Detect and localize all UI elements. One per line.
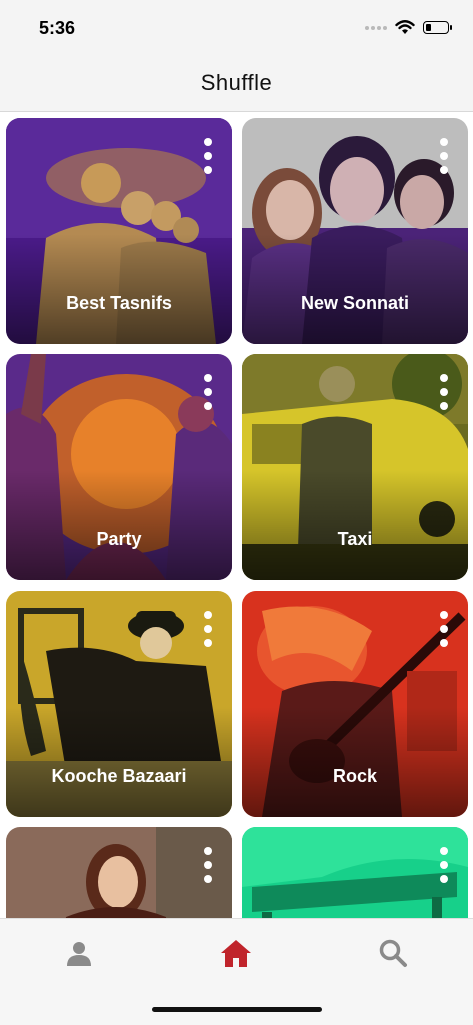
playlist-card-best-tasnifs[interactable]: Best Tasnifs — [6, 118, 232, 344]
playlist-cover-image — [6, 827, 232, 918]
playlist-card-rock[interactable]: Rock — [242, 591, 468, 817]
more-vertical-icon[interactable] — [438, 374, 450, 410]
battery-icon — [423, 21, 452, 34]
playlist-title: Taxi — [337, 529, 373, 549]
playlist-card[interactable] — [6, 827, 232, 918]
more-vertical-icon[interactable] — [438, 847, 450, 883]
search-icon — [379, 939, 407, 967]
playlist-title: Kooche Bazaari — [51, 766, 187, 786]
home-icon — [221, 940, 251, 967]
tab-profile[interactable] — [59, 933, 99, 973]
page-title: Shuffle — [200, 70, 273, 95]
playlist-card-kooche-bazaari[interactable]: Kooche Bazaari — [6, 591, 232, 817]
status-bar: 5:36 — [0, 0, 473, 60]
navigation-bar: Shuffle — [0, 60, 473, 112]
more-vertical-icon[interactable] — [202, 847, 214, 883]
playlist-grid[interactable]: Best Tasnifs New Sonnati Party Taxi Kooc… — [0, 112, 473, 918]
playlist-title: Best Tasnifs — [66, 293, 172, 313]
more-vertical-icon[interactable] — [202, 374, 214, 410]
playlist-title: Party — [96, 529, 142, 549]
playlist-card-new-sonnati[interactable]: New Sonnati — [242, 118, 468, 344]
tab-search[interactable] — [373, 933, 413, 973]
more-vertical-icon[interactable] — [438, 611, 450, 647]
playlist-title: New Sonnati — [300, 293, 409, 313]
status-icons — [365, 20, 452, 35]
playlist-card[interactable] — [242, 827, 468, 918]
cellular-signal-icon — [365, 25, 387, 30]
status-time: 5:36 — [39, 18, 76, 38]
home-indicator — [152, 1007, 322, 1012]
more-vertical-icon[interactable] — [202, 138, 214, 174]
wifi-icon — [395, 20, 415, 34]
playlist-card-taxi[interactable]: Taxi — [242, 354, 468, 580]
tab-home[interactable] — [216, 933, 256, 973]
profile-icon — [67, 942, 91, 966]
playlist-title: Rock — [332, 766, 377, 786]
playlist-cover-image — [242, 827, 468, 918]
playlist-card-party[interactable]: Party — [6, 354, 232, 580]
more-vertical-icon[interactable] — [438, 138, 450, 174]
more-vertical-icon[interactable] — [202, 611, 214, 647]
